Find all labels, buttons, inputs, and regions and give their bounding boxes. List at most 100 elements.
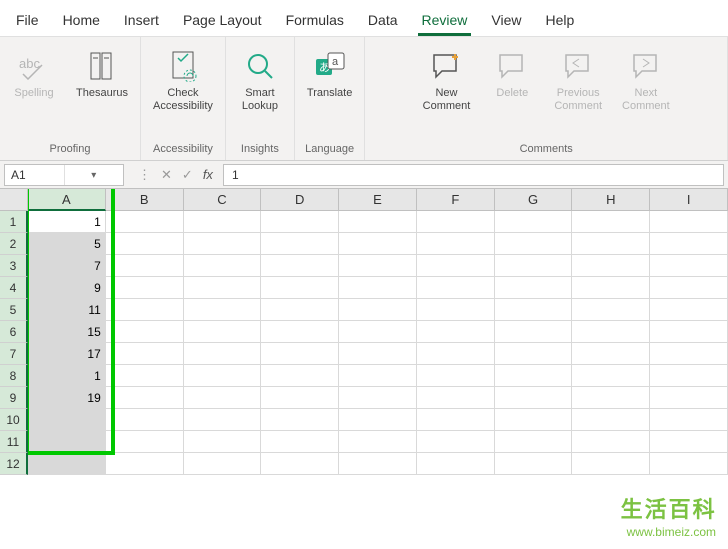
cell-D6[interactable] — [261, 321, 339, 343]
cell-B3[interactable] — [106, 255, 184, 277]
cell-E6[interactable] — [339, 321, 417, 343]
cell-E9[interactable] — [339, 387, 417, 409]
cell-H7[interactable] — [572, 343, 650, 365]
cell-D8[interactable] — [261, 365, 339, 387]
cell-I10[interactable] — [650, 409, 728, 431]
cell-C11[interactable] — [184, 431, 262, 453]
cell-F4[interactable] — [417, 277, 495, 299]
cell-C4[interactable] — [184, 277, 262, 299]
cell-C6[interactable] — [184, 321, 262, 343]
cell-F1[interactable] — [417, 211, 495, 233]
cell-C5[interactable] — [184, 299, 262, 321]
cell-E8[interactable] — [339, 365, 417, 387]
cell-E1[interactable] — [339, 211, 417, 233]
tab-view[interactable]: View — [479, 6, 533, 36]
cells-area[interactable]: 1579111517119 — [28, 211, 728, 475]
row-header-1[interactable]: 1 — [0, 211, 28, 233]
cell-C10[interactable] — [184, 409, 262, 431]
cell-C9[interactable] — [184, 387, 262, 409]
cell-D1[interactable] — [261, 211, 339, 233]
cell-E4[interactable] — [339, 277, 417, 299]
cell-H5[interactable] — [572, 299, 650, 321]
column-header-C[interactable]: C — [184, 189, 262, 211]
cell-I8[interactable] — [650, 365, 728, 387]
tab-help[interactable]: Help — [534, 6, 587, 36]
cell-E3[interactable] — [339, 255, 417, 277]
cell-C7[interactable] — [184, 343, 262, 365]
cell-A12[interactable] — [28, 453, 106, 475]
cell-A11[interactable] — [28, 431, 106, 453]
cell-H12[interactable] — [572, 453, 650, 475]
select-all-corner[interactable] — [0, 189, 28, 211]
cell-A3[interactable]: 7 — [28, 255, 106, 277]
cell-I5[interactable] — [650, 299, 728, 321]
cell-B6[interactable] — [106, 321, 184, 343]
cell-A6[interactable]: 15 — [28, 321, 106, 343]
cell-G3[interactable] — [495, 255, 573, 277]
cell-G8[interactable] — [495, 365, 573, 387]
cell-F9[interactable] — [417, 387, 495, 409]
cell-I11[interactable] — [650, 431, 728, 453]
cell-H4[interactable] — [572, 277, 650, 299]
cell-D7[interactable] — [261, 343, 339, 365]
cell-F7[interactable] — [417, 343, 495, 365]
cell-A9[interactable]: 19 — [28, 387, 106, 409]
column-header-G[interactable]: G — [495, 189, 573, 211]
cell-B4[interactable] — [106, 277, 184, 299]
cell-I3[interactable] — [650, 255, 728, 277]
cell-E5[interactable] — [339, 299, 417, 321]
row-header-9[interactable]: 9 — [0, 387, 28, 409]
tab-home[interactable]: Home — [51, 6, 112, 36]
cell-G2[interactable] — [495, 233, 573, 255]
cell-F10[interactable] — [417, 409, 495, 431]
row-header-5[interactable]: 5 — [0, 299, 28, 321]
new-comment-button[interactable]: New Comment — [417, 45, 477, 116]
cell-H9[interactable] — [572, 387, 650, 409]
column-header-F[interactable]: F — [417, 189, 495, 211]
cell-G10[interactable] — [495, 409, 573, 431]
row-header-10[interactable]: 10 — [0, 409, 28, 431]
cell-H3[interactable] — [572, 255, 650, 277]
cell-C1[interactable] — [184, 211, 262, 233]
row-header-6[interactable]: 6 — [0, 321, 28, 343]
cell-H2[interactable] — [572, 233, 650, 255]
row-header-8[interactable]: 8 — [0, 365, 28, 387]
cell-H10[interactable] — [572, 409, 650, 431]
cell-I12[interactable] — [650, 453, 728, 475]
fx-label[interactable]: fx — [203, 167, 213, 182]
cell-I1[interactable] — [650, 211, 728, 233]
column-header-E[interactable]: E — [339, 189, 417, 211]
cell-D2[interactable] — [261, 233, 339, 255]
cell-F8[interactable] — [417, 365, 495, 387]
column-header-B[interactable]: B — [106, 189, 184, 211]
cell-F3[interactable] — [417, 255, 495, 277]
cell-E11[interactable] — [339, 431, 417, 453]
column-header-A[interactable]: A — [28, 189, 106, 211]
cell-E12[interactable] — [339, 453, 417, 475]
cell-F11[interactable] — [417, 431, 495, 453]
cell-F5[interactable] — [417, 299, 495, 321]
cell-I7[interactable] — [650, 343, 728, 365]
tab-data[interactable]: Data — [356, 6, 410, 36]
cell-H8[interactable] — [572, 365, 650, 387]
cell-G12[interactable] — [495, 453, 573, 475]
cell-D5[interactable] — [261, 299, 339, 321]
tab-file[interactable]: File — [4, 6, 51, 36]
tab-formulas[interactable]: Formulas — [274, 6, 356, 36]
column-header-I[interactable]: I — [650, 189, 728, 211]
formula-input[interactable]: 1 — [223, 164, 724, 186]
tab-page-layout[interactable]: Page Layout — [171, 6, 274, 36]
cell-G11[interactable] — [495, 431, 573, 453]
row-header-2[interactable]: 2 — [0, 233, 28, 255]
cell-I4[interactable] — [650, 277, 728, 299]
cell-D9[interactable] — [261, 387, 339, 409]
row-header-3[interactable]: 3 — [0, 255, 28, 277]
cell-D4[interactable] — [261, 277, 339, 299]
cell-C3[interactable] — [184, 255, 262, 277]
cell-A8[interactable]: 1 — [28, 365, 106, 387]
column-header-H[interactable]: H — [572, 189, 650, 211]
cell-E2[interactable] — [339, 233, 417, 255]
cell-B1[interactable] — [106, 211, 184, 233]
cell-G1[interactable] — [495, 211, 573, 233]
cell-B11[interactable] — [106, 431, 184, 453]
